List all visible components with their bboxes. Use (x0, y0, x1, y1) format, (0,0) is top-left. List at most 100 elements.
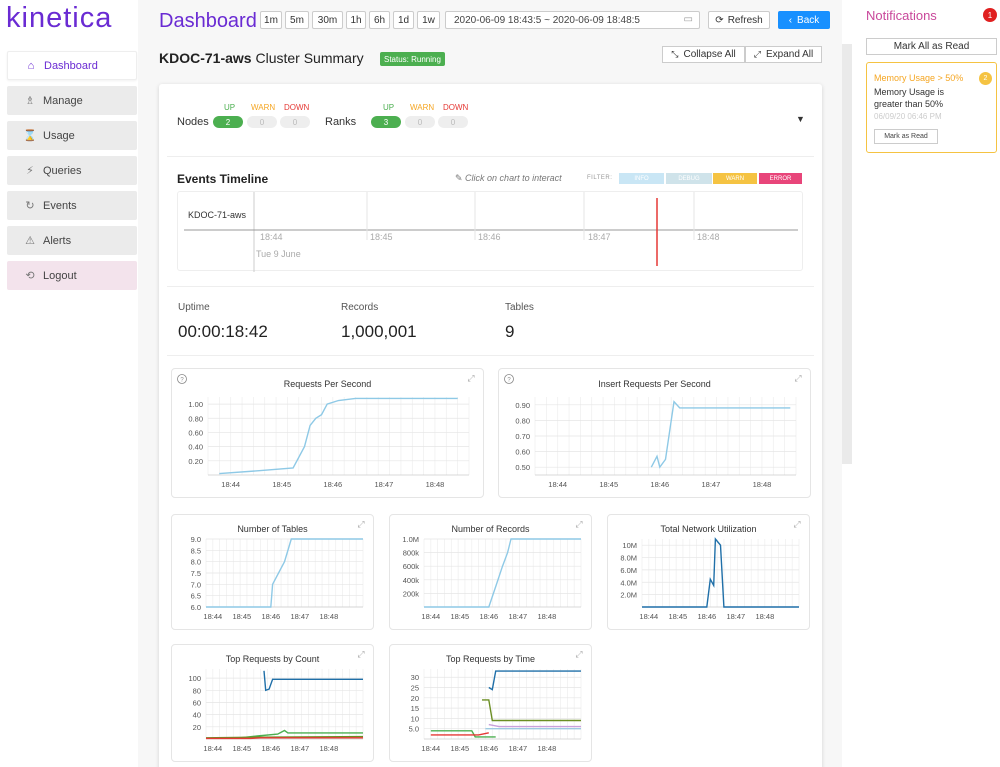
dropdown-caret-icon[interactable]: ▼ (796, 114, 805, 124)
y-tick-label: 60 (193, 698, 201, 707)
nodes-up-count[interactable]: 2 (213, 116, 243, 128)
y-tick-label: 0.60 (515, 448, 530, 457)
chart-svg: Total Network Utilization ⤢ 10M 8.0M 6.0M 4.0… (620, 519, 800, 621)
series-line (219, 397, 458, 475)
chart-card-requests-per-second[interactable]: Requests Per Second ⤢? 1.00 0.80 0.60 0.40 0.2… (171, 368, 484, 498)
timeline-tick: 18:44 (260, 232, 283, 242)
notification-badge: 2 (979, 72, 992, 85)
up-header: UP (383, 103, 395, 112)
expand-icon: ⤢ (753, 49, 761, 59)
timeline-row-label: KDOC-71-aws (188, 210, 247, 220)
range-1d-button[interactable]: 1d (393, 11, 414, 29)
date-range-value: 2020-06-09 18:43:5 ~ 2020-06-09 18:48:5 (454, 14, 640, 26)
chart-svg: Requests Per Second ⤢? 1.00 0.80 0.60 0.40 0.2… (177, 373, 475, 489)
records-value: 1,000,001 (341, 322, 417, 341)
mark-all-read-button[interactable]: Mark All as Read (866, 38, 997, 55)
filter-warn-chip[interactable]: WARN (713, 173, 757, 184)
chart-card-top-requests-count[interactable]: Top Requests by Count ⤢ 100 80 60 40 20 18:44 18… (171, 644, 374, 762)
expand-all-button[interactable]: ⤢ Expand All (745, 46, 822, 63)
y-tick-label: 8.5 (191, 546, 201, 555)
collapse-all-button[interactable]: ⤡ Collapse All (662, 46, 745, 63)
x-tick-label: 18:48 (319, 744, 338, 753)
y-tick-label: 600k (403, 562, 420, 571)
notification-count-badge: 1 (983, 8, 997, 22)
x-tick-label: 18:44 (203, 744, 222, 753)
y-tick-label: 20 (193, 723, 201, 732)
divider (167, 286, 814, 287)
mark-as-read-button[interactable]: Mark as Read (874, 129, 938, 144)
refresh-icon: ⟳ (715, 14, 724, 26)
range-1h-button[interactable]: 1h (346, 11, 366, 29)
x-tick-label: 18:46 (261, 744, 280, 753)
alerts-icon: ⚠ (25, 235, 35, 247)
filter-debug-chip[interactable]: DEBUG (666, 173, 712, 184)
sidebar-item-dashboard[interactable]: ⌂ Dashboard (7, 51, 137, 80)
range-1m-button[interactable]: 1m (260, 11, 282, 29)
range-6h-button[interactable]: 6h (369, 11, 390, 29)
sidebar-item-logout[interactable]: ⟲ Logout (7, 261, 137, 290)
expand-chart-icon: ⤢ (792, 519, 800, 529)
home-icon: ⌂ (27, 59, 35, 72)
x-tick-label: 18:47 (508, 612, 527, 621)
back-label: Back (797, 14, 820, 26)
queries-icon: ⚡ (26, 165, 34, 177)
notification-date: 06/09/20 06:46 PM (874, 112, 942, 121)
ranks-down-count[interactable]: 0 (438, 116, 468, 128)
chart-svg: Insert Requests Per Second ⤢? 0.90 0.80 0.70… (504, 373, 802, 489)
ranks-up-count[interactable]: 3 (371, 116, 401, 128)
chart-svg: Top Requests by Time ⤢ 30 25201510 5.0 18:44 1… (409, 649, 583, 753)
x-tick-label: 18:46 (261, 612, 280, 621)
notification-card[interactable]: Memory Usage > 50% 2 Memory Usage is gre… (866, 62, 997, 153)
x-tick-label: 18:48 (537, 612, 556, 621)
expand-chart-icon: ⤢ (574, 649, 582, 659)
ranks-label: Ranks (325, 116, 357, 128)
filter-error-chip[interactable]: ERROR (759, 173, 802, 184)
expand-chart-icon: ⤢ (356, 649, 364, 659)
series-line (430, 732, 489, 736)
x-tick-label: 18:44 (421, 744, 440, 753)
x-tick-label: 18:47 (375, 480, 394, 489)
chart-title: Number of Tables (237, 524, 308, 534)
back-button[interactable]: ‹ Back (778, 11, 830, 29)
date-range-picker[interactable]: 2020-06-09 18:43:5 ~ 2020-06-09 18:48:5 ▭ (445, 11, 700, 29)
y-tick-label: 5.0 (409, 725, 419, 734)
collapse-icon: ⤡ (671, 49, 679, 59)
sidebar-item-manage[interactable]: ♗ Manage (7, 86, 137, 115)
series-line (642, 537, 799, 608)
nodes-warn-count[interactable]: 0 (247, 116, 277, 128)
chart-card-number-of-tables[interactable]: Number of Tables ⤢ 9.0 8.5 8.0 7.5 7.0 6.5 6.0 18… (171, 514, 374, 630)
chart-card-top-requests-time[interactable]: Top Requests by Time ⤢ 30 25 20 15 10 5.0 18:44 1… (389, 644, 592, 762)
chart-card-number-of-records[interactable]: Number of Records ⤢ 1.0M 800k 600k 400k 200k 18… (389, 514, 592, 630)
timeline-hint-text: Click on chart to interact (465, 173, 562, 183)
chart-svg: Number of Tables ⤢9.08.58.07.57.06.56.018… (191, 519, 365, 621)
range-30m-button[interactable]: 30m (312, 11, 343, 29)
sidebar-item-queries[interactable]: ⚡ Queries (7, 156, 137, 185)
events-timeline-title: Events Timeline (177, 172, 269, 186)
uptime-value: 00:00:18:42 (178, 322, 268, 341)
refresh-button[interactable]: ⟳ Refresh (708, 11, 770, 29)
filter-info-chip[interactable]: INFO (619, 173, 664, 184)
chart-card-network-utilization[interactable]: Total Network Utilization ⤢ 10M 8.0M 6.0M 4.0… (607, 514, 810, 630)
kinetica-logo[interactable]: kinetica (6, 2, 112, 35)
events-timeline-chart[interactable]: KDOC-71-aws 18:44 18:45 18:46 18:47 18:4… (177, 191, 803, 272)
tables-label: Tables (505, 302, 534, 313)
timeline-tick: 18:46 (478, 232, 501, 242)
expand-chart-icon: ⤢ (574, 519, 582, 529)
y-tick-label: 4.0M (620, 578, 637, 587)
sidebar-item-alerts[interactable]: ⚠ Alerts (7, 226, 137, 255)
x-tick-label: 18:47 (726, 612, 745, 621)
chart-card-insert-requests[interactable]: Insert Requests Per Second ⤢? 0.90 0.80 0.70… (498, 368, 811, 498)
range-1w-button[interactable]: 1w (417, 11, 440, 29)
expand-chart-icon: ⤢ (793, 373, 801, 383)
y-tick-label: 0.80 (188, 414, 203, 423)
ranks-warn-count[interactable]: 0 (405, 116, 435, 128)
x-tick-label: 18:48 (426, 480, 445, 489)
scrollbar[interactable] (842, 44, 852, 464)
nodes-down-count[interactable]: 0 (280, 116, 310, 128)
x-tick-label: 18:46 (479, 612, 498, 621)
sidebar-item-usage[interactable]: ⌛ Usage (7, 121, 137, 150)
x-tick-label: 18:48 (753, 480, 772, 489)
range-5m-button[interactable]: 5m (285, 11, 309, 29)
chart-title: Total Network Utilization (660, 524, 756, 534)
sidebar-item-events[interactable]: ↻ Events (7, 191, 137, 220)
